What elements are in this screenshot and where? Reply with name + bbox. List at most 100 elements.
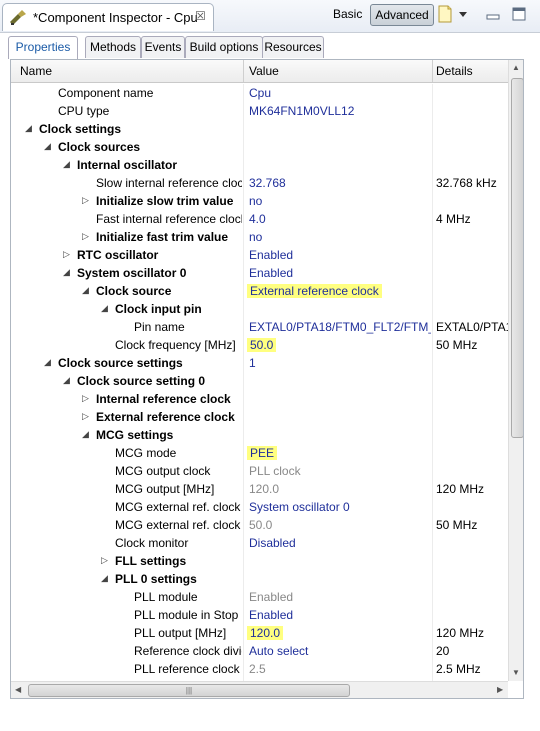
expand-icon[interactable]: ▷ — [82, 195, 92, 205]
collapse-icon[interactable]: ◢ — [63, 159, 73, 169]
table-row[interactable]: PLL reference clock [MHz] 2.5 2.5 MHz — [11, 660, 508, 678]
expand-icon[interactable]: ▷ — [63, 249, 73, 259]
table-row[interactable]: ◢ Clock source External reference clock — [11, 282, 508, 300]
scroll-right-icon[interactable]: ▶ — [497, 685, 503, 694]
close-icon[interactable]: ☒ — [195, 9, 206, 23]
property-value[interactable]: 2.5 — [249, 662, 431, 676]
advanced-mode-button[interactable]: Advanced — [370, 4, 434, 26]
basic-mode-button[interactable]: Basic — [333, 7, 362, 21]
table-row[interactable]: ◢ Clock input pin — [11, 300, 508, 318]
property-value[interactable]: Auto select — [249, 644, 431, 658]
scroll-down-icon[interactable]: ▼ — [512, 668, 520, 677]
property-value[interactable]: Enabled — [249, 266, 431, 280]
table-row[interactable]: ▷ External reference clock — [11, 408, 508, 426]
expand-icon[interactable]: ▷ — [101, 555, 111, 565]
note-icon[interactable] — [437, 5, 453, 26]
table-row[interactable]: ◢ PLL 0 settings — [11, 570, 508, 588]
minimize-icon[interactable] — [485, 5, 501, 26]
property-value[interactable]: Enabled — [249, 590, 431, 604]
table-row[interactable]: ◢ Clock settings — [11, 120, 508, 138]
column-header-name[interactable]: Name — [20, 64, 52, 78]
tab-events[interactable]: Events — [141, 36, 185, 58]
property-value[interactable]: 50.0 — [247, 338, 277, 352]
table-row[interactable]: Reference clock divider Auto select 20 — [11, 642, 508, 660]
table-row[interactable]: ◢ Internal oscillator — [11, 156, 508, 174]
view-menu-icon[interactable] — [456, 5, 470, 26]
vertical-scrollbar[interactable]: ▲ ▼ — [508, 60, 523, 681]
property-name: Component name — [58, 86, 154, 100]
property-value[interactable]: 32.768 — [249, 176, 431, 190]
collapse-icon[interactable]: ◢ — [44, 357, 54, 367]
table-row[interactable]: PLL module in Stop Enabled — [11, 606, 508, 624]
vertical-scroll-thumb[interactable] — [511, 78, 523, 438]
table-row[interactable]: Clock frequency [MHz] 50.0 50 MHz — [11, 336, 508, 354]
table-row[interactable]: MCG mode PEE — [11, 444, 508, 462]
collapse-icon[interactable]: ◢ — [25, 123, 35, 133]
table-row[interactable]: MCG output clock PLL clock — [11, 462, 508, 480]
property-value[interactable]: System oscillator 0 — [249, 500, 431, 514]
table-row[interactable]: PLL module Enabled — [11, 588, 508, 606]
table-row[interactable]: ◢ Clock source setting 0 — [11, 372, 508, 390]
scroll-up-icon[interactable]: ▲ — [512, 63, 520, 72]
collapse-icon[interactable]: ◢ — [63, 375, 73, 385]
view-tab[interactable]: *Component Inspector - Cpu ☒ — [2, 3, 214, 31]
table-row[interactable]: Slow internal reference clock [kHz] 32.76… — [11, 174, 508, 192]
maximize-icon[interactable] — [511, 5, 527, 26]
property-value[interactable]: Cpu — [249, 86, 431, 100]
property-value[interactable]: no — [249, 230, 431, 244]
table-row[interactable]: ▷ RTC oscillator Enabled — [11, 246, 508, 264]
table-row[interactable]: MCG output [MHz] 120.0 120 MHz — [11, 480, 508, 498]
collapse-icon[interactable]: ◢ — [44, 141, 54, 151]
property-value[interactable]: 50.0 — [249, 518, 431, 532]
collapse-icon[interactable]: ◢ — [82, 285, 92, 295]
property-value[interactable]: Disabled — [249, 536, 431, 550]
horizontal-scroll-thumb[interactable]: ||| — [28, 684, 350, 697]
table-row[interactable]: Pin name EXTAL0/PTA18/FTM0_FLT2/FTM_CLKIN… — [11, 318, 508, 336]
table-row[interactable]: Component name Cpu — [11, 84, 508, 102]
tab-methods[interactable]: Methods — [85, 36, 141, 58]
property-value[interactable]: no — [249, 194, 431, 208]
table-row[interactable]: ◢ MCG settings — [11, 426, 508, 444]
property-value[interactable]: 1 — [249, 356, 431, 370]
table-row[interactable]: ◢ Clock sources — [11, 138, 508, 156]
collapse-icon[interactable]: ◢ — [82, 429, 92, 439]
collapse-icon[interactable]: ◢ — [63, 267, 73, 277]
property-name: Internal oscillator — [77, 158, 178, 172]
tab-properties[interactable]: Properties — [8, 36, 78, 59]
property-value[interactable]: Enabled — [249, 608, 431, 622]
property-value[interactable]: 120.0 — [247, 626, 284, 640]
table-row[interactable]: PLL output [MHz] 120.0 120 MHz — [11, 624, 508, 642]
property-value[interactable]: PLL clock — [249, 464, 431, 478]
property-name: PLL module — [134, 590, 198, 604]
expand-icon[interactable]: ▷ — [82, 231, 92, 241]
horizontal-scrollbar[interactable]: ◀ ||| ▶ — [11, 681, 508, 698]
table-row[interactable]: ◢ Clock source settings 1 — [11, 354, 508, 372]
table-row[interactable]: Fast internal reference clock [MHz] 4.0 4 … — [11, 210, 508, 228]
collapse-icon[interactable]: ◢ — [101, 573, 111, 583]
tab-resources[interactable]: Resources — [262, 36, 324, 58]
table-row[interactable]: ◢ System oscillator 0 Enabled — [11, 264, 508, 282]
table-row[interactable]: MCG external ref. clock [MHz] 50.0 50 MHz — [11, 516, 508, 534]
table-row[interactable]: CPU type MK64FN1M0VLL12 — [11, 102, 508, 120]
expand-icon[interactable]: ▷ — [82, 393, 92, 403]
property-value[interactable]: External reference clock — [247, 284, 382, 298]
tab-build-options[interactable]: Build options — [185, 36, 263, 58]
property-value[interactable]: EXTAL0/PTA18/FTM0_FLT2/FTM_CLKIN0 — [249, 320, 431, 334]
table-row[interactable]: ▷ Initialize fast trim value no — [11, 228, 508, 246]
property-value[interactable]: 120.0 — [249, 482, 431, 496]
property-value[interactable]: Enabled — [249, 248, 431, 262]
collapse-icon[interactable]: ◢ — [101, 303, 111, 313]
table-row[interactable]: ▷ Initialize slow trim value no — [11, 192, 508, 210]
column-header-details[interactable]: Details — [436, 64, 473, 78]
expand-icon[interactable]: ▷ — [82, 411, 92, 421]
table-row[interactable]: ▷ Internal reference clock — [11, 390, 508, 408]
property-name: Clock source setting 0 — [77, 374, 206, 388]
property-value[interactable]: MK64FN1M0VLL12 — [249, 104, 431, 118]
table-row[interactable]: MCG external ref. clock source System osc… — [11, 498, 508, 516]
table-row[interactable]: Clock monitor Disabled — [11, 534, 508, 552]
property-value[interactable]: PEE — [247, 446, 278, 460]
column-header-value[interactable]: Value — [249, 64, 279, 78]
table-row[interactable]: ▷ FLL settings — [11, 552, 508, 570]
property-value[interactable]: 4.0 — [249, 212, 431, 226]
scroll-left-icon[interactable]: ◀ — [15, 685, 21, 694]
